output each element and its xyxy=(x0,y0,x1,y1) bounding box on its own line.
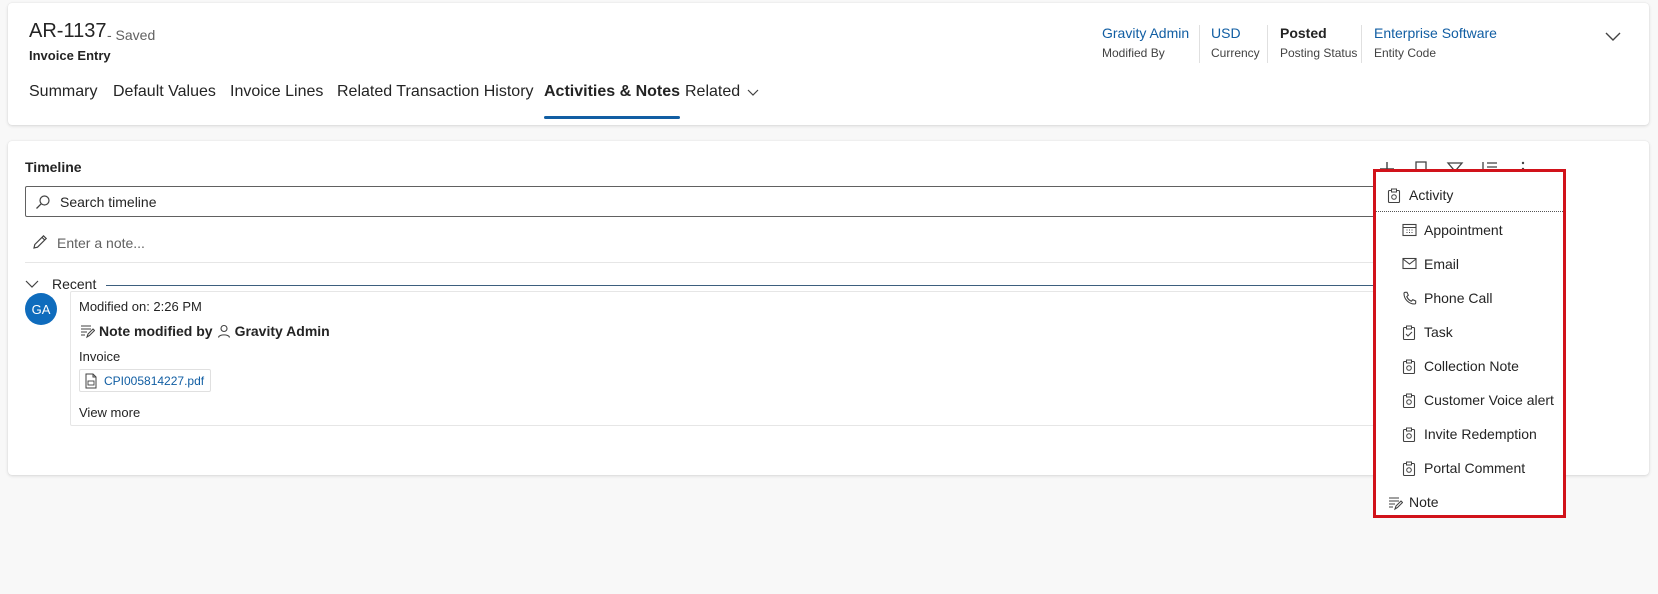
post-author[interactable]: Gravity Admin xyxy=(235,323,330,339)
person-icon xyxy=(217,324,230,338)
tab-default-values[interactable]: Default Values xyxy=(113,83,216,101)
menu-item-appointment[interactable]: Appointment xyxy=(1376,213,1563,247)
menu-item-portal-comment[interactable]: Portal Comment xyxy=(1376,451,1563,485)
note-icon xyxy=(1387,495,1403,511)
menu-item-collection-note[interactable]: Collection Note xyxy=(1376,349,1563,383)
currency-label: Currency xyxy=(1211,46,1260,60)
note-input[interactable] xyxy=(57,233,1437,253)
tab-related-label: Related xyxy=(685,83,741,100)
menu-item-label: Collection Note xyxy=(1424,358,1519,374)
recent-group-label: Recent xyxy=(52,276,97,292)
header-field-currency: USD Currency xyxy=(1211,24,1260,60)
activity-icon xyxy=(1402,359,1416,375)
menu-item-customer-voice-alert[interactable]: Customer Voice alert xyxy=(1376,383,1563,417)
menu-item-email[interactable]: Email xyxy=(1376,247,1563,281)
note-composer xyxy=(25,228,1465,263)
header-field-divider xyxy=(1361,25,1362,63)
mail-icon xyxy=(1402,257,1417,270)
record-entity-name: Invoice Entry xyxy=(29,48,111,63)
timeline-search-input[interactable] xyxy=(60,191,1440,212)
menu-item-label: Customer Voice alert xyxy=(1424,392,1554,408)
menu-item-label: Activity xyxy=(1409,186,1454,203)
tab-activities-notes[interactable]: Activities & Notes xyxy=(544,83,681,119)
timeline-title: Timeline xyxy=(25,159,82,175)
avatar: GA xyxy=(25,293,57,325)
modified-by-value[interactable]: Gravity Admin xyxy=(1102,24,1189,42)
record-title: AR-1137 xyxy=(29,20,107,42)
entity-code-value[interactable]: Enterprise Software xyxy=(1374,24,1497,42)
activity-icon xyxy=(1402,427,1416,443)
task-icon xyxy=(1402,325,1416,341)
activity-icon xyxy=(1387,188,1401,204)
menu-item-phone-call[interactable]: Phone Call xyxy=(1376,281,1563,315)
modified-by-label: Modified By xyxy=(1102,46,1165,60)
active-tab-indicator xyxy=(544,116,681,119)
tab-related-transaction-history[interactable]: Related Transaction History xyxy=(337,83,534,101)
currency-value[interactable]: USD xyxy=(1211,24,1260,42)
chevron-down-icon xyxy=(1605,32,1621,41)
note-icon xyxy=(81,325,95,339)
menu-item-label: Task xyxy=(1424,324,1453,340)
phone-icon xyxy=(1402,291,1417,306)
post-title-prefix: Note modified by xyxy=(99,323,213,339)
posting-status-value: Posted xyxy=(1280,25,1327,41)
view-more-link[interactable]: View more xyxy=(79,405,140,420)
post-attachment[interactable]: CPI005814227.pdf xyxy=(79,369,212,392)
header-field-posting-status: Posted Posting Status xyxy=(1280,24,1357,60)
menu-item-invite-redemption[interactable]: Invite Redemption xyxy=(1376,417,1563,451)
menu-item-label: Note xyxy=(1409,494,1439,510)
record-save-status: - Saved xyxy=(107,27,156,43)
tab-activities-notes-label: Activities & Notes xyxy=(544,83,681,100)
tab-related[interactable]: Related xyxy=(685,83,760,101)
add-activity-menu: Activity Appointment Email Phone Call Ta… xyxy=(1373,169,1566,518)
activity-icon xyxy=(1402,393,1416,409)
tab-invoice-lines[interactable]: Invoice Lines xyxy=(230,83,323,101)
calendar-icon xyxy=(1402,223,1417,237)
attachment-filename: CPI005814227.pdf xyxy=(104,373,205,388)
post-subject: Invoice xyxy=(79,349,121,364)
search-icon xyxy=(35,194,51,210)
header-field-divider xyxy=(1199,25,1200,63)
menu-item-label: Portal Comment xyxy=(1424,460,1526,476)
menu-item-label: Email xyxy=(1424,256,1460,272)
menu-item-activity[interactable]: Activity xyxy=(1376,178,1563,212)
header-field-divider xyxy=(1267,25,1268,63)
post-title: Note modified by Gravity Admin xyxy=(79,323,330,339)
timeline-post[interactable]: Modified on: 2:26 PM Note modified by Gr… xyxy=(70,291,1470,426)
chevron-down-icon xyxy=(747,89,759,96)
menu-item-label: Appointment xyxy=(1424,222,1503,238)
file-icon xyxy=(85,373,97,388)
tab-summary[interactable]: Summary xyxy=(29,83,97,101)
post-modified-time: Modified on: 2:26 PM xyxy=(79,299,202,314)
pencil-icon xyxy=(31,233,49,251)
activity-icon xyxy=(1402,461,1416,477)
record-header: AR-1137 - Saved Invoice Entry Gravity Ad… xyxy=(8,3,1649,125)
menu-item-task[interactable]: Task xyxy=(1376,315,1563,349)
timeline-search xyxy=(25,186,1465,217)
menu-item-label: Phone Call xyxy=(1424,290,1493,306)
posting-status-label: Posting Status xyxy=(1280,46,1358,60)
recent-group-divider xyxy=(106,285,1465,286)
chevron-down-icon xyxy=(25,277,39,291)
header-field-modified-by: Gravity Admin Modified By xyxy=(1102,24,1189,60)
header-field-entity-code: Enterprise Software Entity Code xyxy=(1374,24,1497,60)
menu-item-label: Invite Redemption xyxy=(1424,426,1537,442)
menu-item-note[interactable]: Note xyxy=(1376,485,1563,519)
header-expand-button[interactable] xyxy=(1602,25,1624,47)
entity-code-label: Entity Code xyxy=(1374,46,1437,60)
